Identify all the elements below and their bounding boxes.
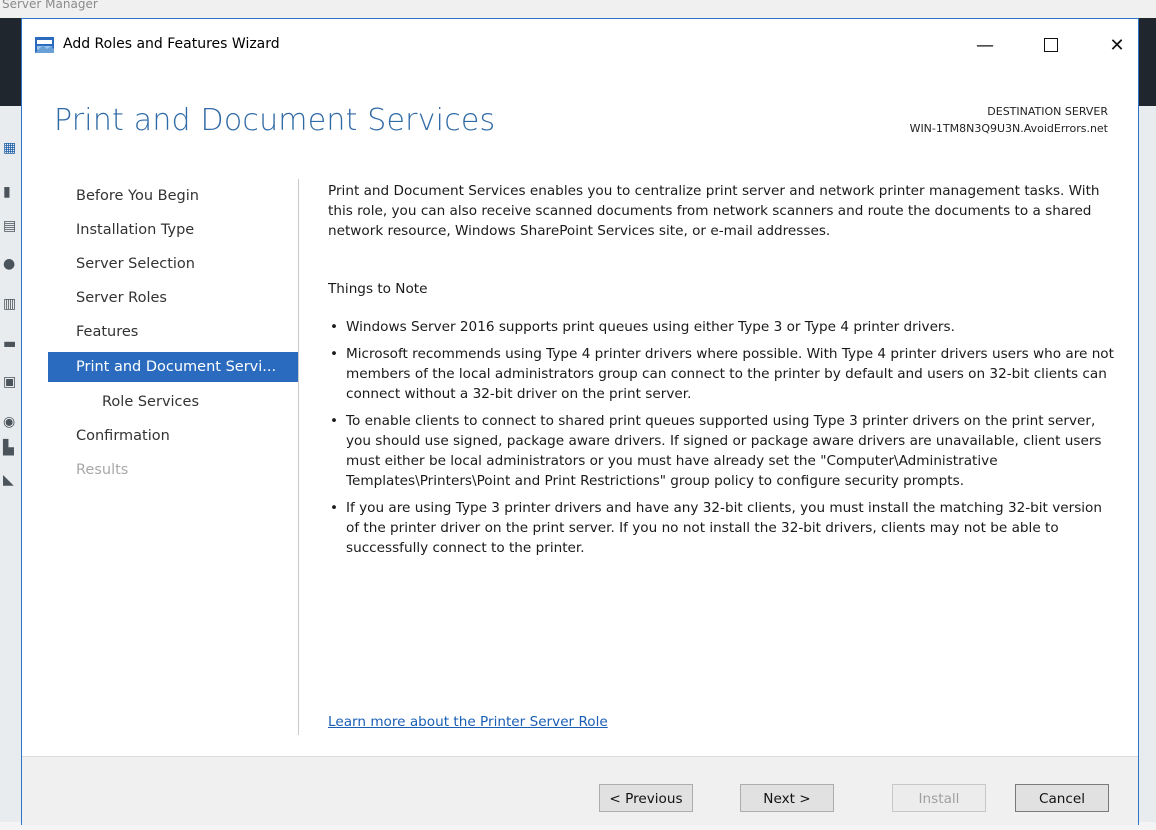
things-to-note-heading: Things to Note: [328, 281, 428, 297]
nav-print-and-document-services[interactable]: Print and Document Servi...: [48, 352, 298, 382]
nav-role-services[interactable]: Role Services: [48, 387, 298, 417]
wizard-footer: < Previous Next > Install Cancel: [22, 756, 1138, 825]
destination-server-name: WIN-1TM8N3Q9U3N.AvoidErrors.net: [909, 122, 1108, 135]
list-item: • To enable clients to connect to shared …: [328, 411, 1114, 491]
note-text: Microsoft recommends using Type 4 printe…: [346, 346, 1114, 402]
list-item: • If you are using Type 3 printer drivers…: [328, 498, 1114, 558]
wrench-icon[interactable]: ◣: [3, 472, 14, 488]
nav-confirmation[interactable]: Confirmation: [48, 421, 298, 451]
note-text: To enable clients to connect to shared p…: [346, 413, 1102, 489]
notes-list: • Windows Server 2016 supports print queu…: [328, 317, 1114, 565]
bullet-icon: •: [330, 413, 339, 429]
add-roles-wizard-window: Add Roles and Features Wizard — ✕ Print …: [21, 18, 1139, 825]
note-text: If you are using Type 3 printer drivers …: [346, 500, 1102, 556]
background-right-edge: [1139, 18, 1156, 830]
bullet-icon: •: [330, 346, 339, 362]
tools-icon[interactable]: ▙: [3, 440, 14, 456]
background-right-header: [1139, 18, 1156, 106]
maximize-icon: [1044, 37, 1058, 52]
next-button[interactable]: Next >: [740, 784, 834, 812]
minimize-button[interactable]: —: [962, 31, 1008, 61]
background-window-title: Server Manager: [2, 0, 98, 11]
nav-before-you-begin[interactable]: Before You Begin: [48, 181, 298, 211]
note-text: Windows Server 2016 supports print queue…: [346, 319, 955, 335]
previous-button[interactable]: < Previous: [599, 784, 693, 812]
storage-icon[interactable]: ▣: [3, 374, 16, 390]
bullet-icon: •: [330, 500, 339, 516]
nav-server-roles[interactable]: Server Roles: [48, 283, 298, 313]
nav-server-selection[interactable]: Server Selection: [48, 249, 298, 279]
list-item: • Windows Server 2016 supports print queu…: [328, 317, 1114, 337]
server-manager-app-icon: [35, 37, 54, 53]
wizard-title: Add Roles and Features Wizard: [63, 36, 280, 52]
nav-divider: [298, 179, 299, 735]
background-sidebar-header: [0, 18, 22, 106]
certificate-icon[interactable]: ●: [3, 256, 15, 272]
roles-icon[interactable]: ◉: [3, 414, 15, 430]
page-title: Print and Document Services: [54, 103, 496, 138]
bullet-icon: •: [330, 319, 339, 335]
dashboard-icon[interactable]: ▦: [3, 140, 16, 156]
close-button[interactable]: ✕: [1094, 31, 1140, 61]
nav-results: Results: [76, 462, 129, 478]
print-services-icon[interactable]: ▬: [3, 336, 16, 352]
nav-installation-type[interactable]: Installation Type: [48, 215, 298, 245]
list-item: • Microsoft recommends using Type 4 print…: [328, 344, 1114, 404]
intro-paragraph: Print and Document Services enables you …: [328, 183, 1100, 239]
nav-features[interactable]: Features: [48, 317, 298, 347]
destination-server-label: DESTINATION SERVER: [987, 105, 1108, 118]
file-services-icon[interactable]: ▥: [3, 296, 16, 312]
background-window-titlebar: Server Manager: [0, 0, 1156, 18]
all-servers-icon[interactable]: ▤: [3, 218, 16, 234]
local-server-icon[interactable]: ▮: [3, 184, 11, 200]
cancel-button[interactable]: Cancel: [1015, 784, 1109, 812]
learn-more-link[interactable]: Learn more about the Printer Server Role: [328, 714, 608, 730]
maximize-button[interactable]: [1028, 31, 1074, 61]
install-button: Install: [892, 784, 986, 812]
wizard-titlebar[interactable]: Add Roles and Features Wizard — ✕: [22, 19, 1138, 72]
